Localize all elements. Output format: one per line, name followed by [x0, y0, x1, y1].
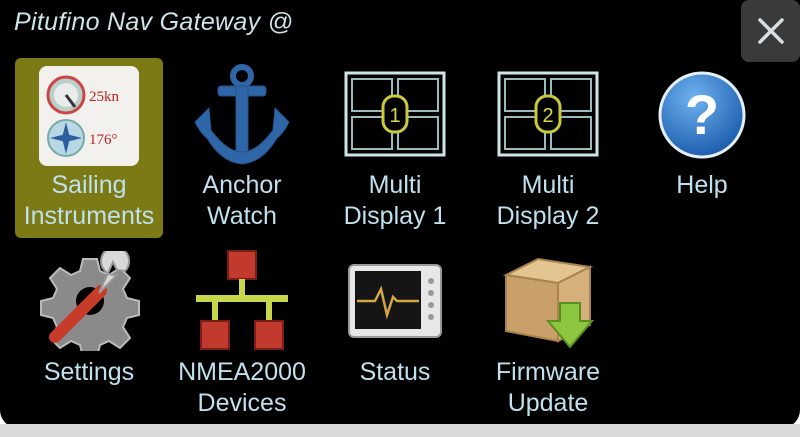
menu-item-firmware-update[interactable]: Firmware Update — [474, 245, 622, 425]
menu-label-line1: Sailing — [51, 171, 127, 199]
menu-item-multi-display-2[interactable]: 2 Multi Display 2 — [474, 58, 622, 238]
anchor-icon — [194, 64, 290, 165]
menu-label-line2: Update — [507, 389, 589, 417]
svg-text:1: 1 — [389, 105, 400, 127]
svg-text:176°: 176° — [89, 132, 118, 148]
multi-display-icon: 2 — [497, 71, 599, 157]
menu-label-line1: Anchor — [202, 171, 282, 199]
menu-item-nmea2000-devices[interactable]: NMEA2000 Devices — [168, 245, 316, 425]
menu-panel: Pitufino Nav Gateway @ 25kn 176° Sailing… — [0, 0, 800, 428]
settings-icon — [40, 251, 140, 351]
help-icon: ? — [658, 71, 746, 159]
close-icon — [757, 18, 784, 44]
network-icon — [196, 250, 288, 350]
background-strip — [0, 424, 800, 437]
svg-text:25kn: 25kn — [89, 89, 120, 105]
menu-item-help[interactable]: ? Help — [628, 58, 776, 238]
menu-label-line2: Watch — [207, 202, 277, 230]
menu-item-multi-display-1[interactable]: 1 Multi Display 1 — [321, 58, 469, 238]
menu-label-line1: Help — [676, 171, 728, 199]
menu-item-anchor-watch[interactable]: Anchor Watch — [168, 58, 316, 238]
menu-label-line1: Multi — [368, 171, 422, 199]
sailing-instruments-icon: 25kn 176° — [39, 66, 139, 166]
menu-label-line2: Devices — [197, 389, 287, 417]
menu-label-line1: Settings — [43, 358, 135, 386]
window-title: Pitufino Nav Gateway @ — [14, 8, 294, 36]
firmware-box-icon — [502, 257, 595, 349]
multi-display-icon: 1 — [344, 71, 446, 157]
menu-label-line2: Instruments — [23, 202, 155, 230]
menu-item-status[interactable]: Status — [321, 245, 469, 425]
menu-item-sailing-instruments[interactable]: 25kn 176° Sailing Instruments — [15, 58, 163, 238]
status-monitor-icon — [348, 264, 442, 338]
svg-text:?: ? — [685, 83, 719, 146]
menu-label-line1: NMEA2000 — [178, 358, 306, 386]
menu-label-line1: Status — [359, 358, 431, 386]
menu-label-line1: Firmware — [495, 358, 601, 386]
menu-label-line1: Multi — [521, 171, 575, 199]
menu-label-line2: Display 2 — [496, 202, 600, 230]
close-button[interactable] — [741, 0, 800, 62]
menu-item-settings[interactable]: Settings — [15, 245, 163, 425]
svg-text:2: 2 — [542, 105, 553, 127]
menu-label-line2: Display 1 — [343, 202, 447, 230]
